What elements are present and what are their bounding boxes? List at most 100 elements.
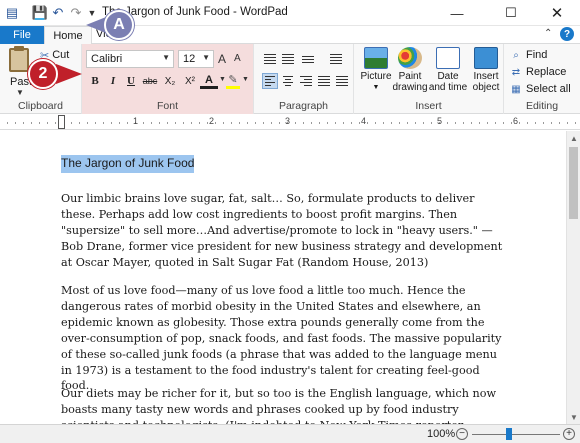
help-icon[interactable]: ?	[560, 27, 574, 41]
chevron-down-icon[interactable]: ▼	[202, 53, 210, 62]
insert-group-label: Insert	[415, 100, 442, 112]
grow-font-button[interactable]: A	[218, 52, 226, 66]
clipboard-icon	[9, 46, 29, 72]
font-family-value: Calibri	[91, 53, 123, 65]
decrease-indent-button[interactable]	[262, 51, 278, 67]
vertical-scrollbar[interactable]: ▲ ▼	[566, 131, 580, 424]
ruler-number: 1	[133, 116, 139, 126]
select-all-button[interactable]: ▦ Select all	[510, 81, 571, 97]
align-left-button[interactable]	[262, 73, 278, 89]
subscript-button[interactable]: X₂	[162, 73, 178, 89]
select-all-label: Select all	[526, 83, 571, 95]
zoom-level: 100%	[427, 428, 456, 440]
scrollbar-thumb[interactable]	[569, 147, 578, 219]
font-group: Calibri ▼ 12 ▼ A A B I U abc X₂ X² A ▼ ✎…	[82, 44, 254, 114]
chevron-down-icon: ▼	[372, 84, 380, 91]
ruler-number: 3	[285, 116, 291, 126]
paragraph[interactable]: Our diets may be richer for it, but so t…	[61, 386, 511, 424]
paragraph-group-label: Paragraph	[278, 100, 329, 112]
font-family-select[interactable]: Calibri ▼	[86, 50, 174, 68]
date-time-label: Date and time	[428, 71, 468, 93]
status-bar: 100% − +	[0, 424, 580, 443]
paragraph-group: Paragraph	[254, 44, 354, 114]
callout-a-arrow	[86, 17, 106, 33]
clipboard-group-label: Clipboard	[18, 100, 63, 112]
ruler-number: 2	[209, 116, 215, 126]
palette-icon	[398, 47, 422, 69]
picture-icon	[364, 47, 388, 69]
editing-group-label: Editing	[525, 100, 559, 112]
justify-button[interactable]	[316, 73, 332, 89]
zoom-slider[interactable]	[472, 434, 560, 435]
chevron-down-icon[interactable]: ▼	[242, 76, 249, 83]
callout-2-arrow	[56, 64, 82, 84]
ribbon: Paste ▼ ✂ Cut Clipboard Calibri ▼ 12 ▼ A…	[0, 44, 580, 114]
font-color-button[interactable]: A	[200, 73, 218, 89]
line-spacing-button[interactable]	[328, 51, 344, 67]
minimize-button[interactable]: —	[434, 0, 480, 26]
find-label: Find	[526, 49, 548, 61]
font-group-label: Font	[156, 100, 178, 112]
maximize-button[interactable]: ☐	[488, 0, 534, 26]
document-area[interactable]: The Jargon of Junk Food Our limbic brain…	[0, 131, 566, 424]
font-size-value: 12	[183, 53, 196, 65]
replace-button[interactable]: ⇄ Replace	[510, 64, 567, 80]
ruler-number: 5	[437, 116, 443, 126]
close-button[interactable]: ✕	[534, 0, 580, 26]
zoom-slider-thumb[interactable]	[506, 428, 512, 440]
bold-button[interactable]: B	[88, 73, 102, 89]
find-button[interactable]: ⌕ Find	[510, 47, 547, 63]
paragraph-settings-button[interactable]	[334, 73, 350, 89]
italic-button[interactable]: I	[106, 73, 120, 89]
align-center-button[interactable]	[280, 73, 296, 89]
scroll-up-icon[interactable]: ▲	[567, 131, 580, 145]
wordpad-icon[interactable]: ▤	[4, 5, 20, 21]
paint-drawing-label: Paint drawing	[392, 71, 428, 93]
underline-button[interactable]: U	[124, 73, 138, 89]
editing-group: ⌕ Find ⇄ Replace ▦ Select all Editing	[504, 44, 580, 114]
save-icon[interactable]: 💾	[32, 5, 48, 21]
insert-object-label: Insert object	[472, 71, 500, 93]
binoculars-icon: ⌕	[513, 49, 519, 61]
undo-icon[interactable]: ↶	[50, 5, 66, 21]
shrink-font-button[interactable]: A	[234, 53, 241, 64]
callout-2: 2	[28, 59, 58, 89]
chevron-down-icon[interactable]: ▼	[162, 53, 170, 62]
highlight-button[interactable]: ✎	[226, 73, 240, 89]
tab-file[interactable]: File	[0, 26, 44, 44]
replace-label: Replace	[526, 66, 567, 78]
font-size-select[interactable]: 12 ▼	[178, 50, 214, 68]
object-icon	[474, 47, 498, 69]
tab-home[interactable]: Home	[44, 26, 92, 45]
calendar-icon	[436, 47, 460, 69]
strikethrough-button[interactable]: abc	[142, 73, 158, 89]
callout-a: A	[104, 10, 134, 40]
picture-button[interactable]: Picture ▼	[358, 47, 394, 95]
paragraph[interactable]: Most of us love food—many of us love foo…	[61, 283, 511, 394]
chevron-down-icon[interactable]: ▼	[219, 76, 226, 83]
zoom-in-button[interactable]: +	[563, 428, 575, 440]
insert-group: Picture ▼ Paint drawing Date and time In…	[354, 44, 504, 114]
ruler-number: 6	[513, 116, 519, 126]
insert-object-button[interactable]: Insert object	[468, 47, 504, 95]
paint-drawing-button[interactable]: Paint drawing	[392, 47, 428, 95]
ruler-number: 4	[361, 116, 367, 126]
date-time-button[interactable]: Date and time	[428, 47, 468, 95]
indent-marker[interactable]	[58, 115, 65, 129]
align-right-button[interactable]	[298, 73, 314, 89]
cut-label: Cut	[52, 49, 70, 61]
replace-icon: ⇄	[511, 66, 521, 78]
paragraph[interactable]: Our limbic brains love sugar, fat, salt……	[61, 191, 511, 271]
picture-label: Picture	[360, 71, 392, 82]
increase-indent-button[interactable]	[280, 51, 296, 67]
zoom-out-button[interactable]: −	[456, 428, 468, 440]
ruler[interactable]: 1 2 3 4 5 6	[0, 114, 580, 130]
redo-icon[interactable]: ↷	[68, 5, 84, 21]
superscript-button[interactable]: X²	[182, 73, 198, 89]
scroll-down-icon[interactable]: ▼	[567, 410, 580, 424]
chevron-up-icon[interactable]: ⌃	[544, 28, 552, 39]
select-all-icon: ▦	[511, 83, 521, 95]
chevron-down-icon[interactable]: ▼	[16, 88, 24, 97]
document-title[interactable]: The Jargon of Junk Food	[61, 155, 195, 173]
bullet-list-button[interactable]	[300, 51, 316, 67]
